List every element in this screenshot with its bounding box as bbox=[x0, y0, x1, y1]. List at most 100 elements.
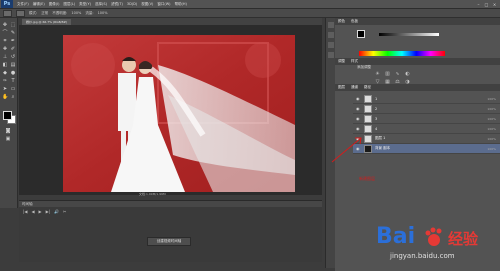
document-status: 文档:1.99M/1.99M bbox=[139, 192, 166, 196]
mode-select[interactable]: 正常 bbox=[41, 11, 48, 16]
layer-name: 背景 副本 bbox=[375, 146, 391, 150]
layer-row-active[interactable]: ◉ 背景 副本 100% bbox=[353, 144, 500, 154]
character-panel-icon[interactable] bbox=[328, 42, 334, 48]
menu-type[interactable]: 类型(Y) bbox=[79, 2, 91, 7]
layer-thumbnail bbox=[364, 104, 372, 113]
eye-icon[interactable]: ◉ bbox=[356, 96, 361, 101]
document-tab[interactable]: 婚纱.jpg @ 66.7% (RGB/8#) bbox=[22, 18, 72, 25]
canvas-area[interactable]: 文档:1.99M/1.99M bbox=[19, 25, 322, 196]
layer-row[interactable]: ◉ 图层 1 100% bbox=[353, 134, 500, 144]
quick-mask-icon[interactable]: ◙ bbox=[5, 128, 11, 134]
blur-tool-icon[interactable]: ◆ bbox=[2, 70, 8, 76]
lasso-tool-icon[interactable]: ⌒ bbox=[2, 30, 8, 36]
brush-size-picker[interactable] bbox=[16, 9, 25, 17]
menu-file[interactable]: 文件(F) bbox=[17, 2, 29, 7]
crop-tool-icon[interactable]: ⌗ bbox=[2, 38, 8, 44]
tab-styles[interactable]: 样式 bbox=[351, 59, 358, 64]
menu-items: 文件(F) 编辑(E) 图像(I) 图层(L) 类型(Y) 选择(S) 滤镜(T… bbox=[17, 2, 187, 7]
eyedropper-tool-icon[interactable]: ✒ bbox=[10, 38, 16, 44]
menu-window[interactable]: 窗口(W) bbox=[157, 2, 170, 7]
layer-row[interactable]: ◉ 3 100% bbox=[353, 114, 500, 124]
menu-edit[interactable]: 编辑(E) bbox=[33, 2, 45, 7]
eye-icon[interactable]: ◉ bbox=[356, 116, 361, 121]
pen-tool-icon[interactable]: ✑ bbox=[2, 78, 8, 84]
layer-thumbnail bbox=[364, 124, 372, 133]
flow-field[interactable]: 100% bbox=[98, 11, 108, 15]
layer-opacity: 100% bbox=[487, 126, 496, 131]
menu-view[interactable]: 视图(V) bbox=[141, 2, 153, 7]
eye-icon[interactable]: ◉ bbox=[356, 106, 361, 111]
brightness-icon[interactable]: ☀ bbox=[375, 72, 380, 77]
history-panel-icon[interactable] bbox=[328, 22, 334, 28]
paragraph-panel-icon[interactable] bbox=[328, 52, 334, 58]
layer-thumbnail bbox=[364, 94, 372, 103]
menu-image[interactable]: 图像(I) bbox=[49, 2, 60, 7]
quick-select-tool-icon[interactable]: ✎ bbox=[10, 30, 16, 36]
document-tab-bar: 婚纱.jpg @ 66.7% (RGB/8#) bbox=[22, 18, 322, 25]
eraser-tool-icon[interactable]: ◧ bbox=[2, 62, 8, 68]
layer-row[interactable]: ◉ 4 100% bbox=[353, 124, 500, 134]
tab-swatches[interactable]: 色板 bbox=[351, 19, 358, 24]
layer-opacity: 100% bbox=[487, 136, 496, 141]
layer-name: 2 bbox=[375, 106, 378, 111]
move-tool-icon[interactable]: ✥ bbox=[2, 22, 8, 28]
layer-thumbnail bbox=[364, 134, 372, 143]
gray-slider[interactable] bbox=[379, 33, 439, 36]
opacity-field[interactable]: 100% bbox=[71, 11, 81, 15]
next-frame-icon[interactable]: ▶| bbox=[46, 209, 50, 214]
brush-tool-icon[interactable]: ✐ bbox=[10, 46, 16, 52]
maximize-button[interactable]: □ bbox=[484, 2, 489, 7]
dodge-tool-icon[interactable]: ● bbox=[10, 70, 16, 76]
menu-bar: Ps 文件(F) 编辑(E) 图像(I) 图层(L) 类型(Y) 选择(S) 滤… bbox=[0, 0, 500, 9]
play-icon[interactable]: ▶ bbox=[39, 209, 42, 214]
split-icon[interactable]: ✂ bbox=[63, 209, 66, 214]
properties-panel-icon[interactable] bbox=[328, 32, 334, 38]
layer-opacity: 100% bbox=[487, 116, 496, 121]
foreground-color-swatch[interactable] bbox=[3, 111, 12, 120]
close-button[interactable]: × bbox=[492, 2, 497, 7]
annotation-label: 新建图层 bbox=[359, 176, 375, 181]
layer-row[interactable]: ◉ 1 100% bbox=[353, 94, 500, 104]
shape-tool-icon[interactable]: ▭ bbox=[10, 86, 16, 92]
create-video-timeline-button[interactable]: 创建视频时间轴 bbox=[147, 237, 191, 246]
levels-icon[interactable]: ▥ bbox=[385, 72, 390, 77]
exposure-icon[interactable]: ◐ bbox=[405, 72, 410, 77]
type-tool-icon[interactable]: T bbox=[10, 78, 16, 84]
eye-icon[interactable]: ◉ bbox=[356, 126, 361, 131]
first-frame-icon[interactable]: |◀ bbox=[23, 209, 27, 214]
layer-name: 1 bbox=[375, 96, 378, 101]
history-brush-tool-icon[interactable]: ↺ bbox=[10, 54, 16, 60]
timeline-controls: |◀ ◀ ▶ ▶| 🔊 ✂ bbox=[19, 207, 322, 215]
minimize-button[interactable]: – bbox=[476, 2, 481, 7]
menu-layer[interactable]: 图层(L) bbox=[63, 2, 75, 7]
audio-icon[interactable]: 🔊 bbox=[54, 209, 59, 214]
gradient-tool-icon[interactable]: ▤ bbox=[10, 62, 16, 68]
layer-name: 图层 1 bbox=[375, 136, 386, 140]
menu-select[interactable]: 选择(S) bbox=[95, 2, 107, 7]
clone-stamp-tool-icon[interactable]: ⊥ bbox=[2, 54, 8, 60]
marquee-tool-icon[interactable]: ⬚ bbox=[10, 22, 16, 28]
prev-frame-icon[interactable]: ◀ bbox=[31, 209, 34, 214]
wedding-photo bbox=[63, 35, 295, 192]
zoom-tool-icon[interactable]: ⌕ bbox=[10, 94, 16, 100]
watermark-brand-right: 经验 bbox=[448, 230, 479, 248]
healing-tool-icon[interactable]: ✚ bbox=[2, 46, 8, 52]
color-spectrum[interactable] bbox=[359, 51, 445, 56]
menu-filter[interactable]: 滤镜(T) bbox=[111, 2, 123, 7]
opacity-label: 不透明度: bbox=[52, 10, 68, 15]
tab-layers[interactable]: 图层 bbox=[338, 85, 345, 90]
tab-color[interactable]: 颜色 bbox=[338, 19, 345, 24]
layers-panel: ◉ 1 100% ◉ 2 100% ◉ 3 100% ◉ 4 100% ◉ 图层… bbox=[353, 90, 500, 200]
window-controls: – □ × bbox=[476, 2, 497, 7]
hand-tool-icon[interactable]: ✋ bbox=[2, 94, 8, 100]
path-select-tool-icon[interactable]: ➤ bbox=[2, 86, 8, 92]
mode-label: 模式: bbox=[29, 10, 38, 15]
menu-3d[interactable]: 3D(D) bbox=[127, 2, 137, 7]
menu-help[interactable]: 帮助(H) bbox=[175, 2, 187, 7]
panel-fg-swatch[interactable] bbox=[357, 30, 365, 38]
curves-icon[interactable]: ∿ bbox=[395, 72, 400, 77]
screen-mode-icon[interactable]: ▣ bbox=[5, 136, 11, 142]
layer-row[interactable]: ◉ 2 100% bbox=[353, 104, 500, 114]
tab-adjustments[interactable]: 调整 bbox=[338, 59, 345, 64]
brush-preset-picker[interactable] bbox=[3, 9, 12, 17]
